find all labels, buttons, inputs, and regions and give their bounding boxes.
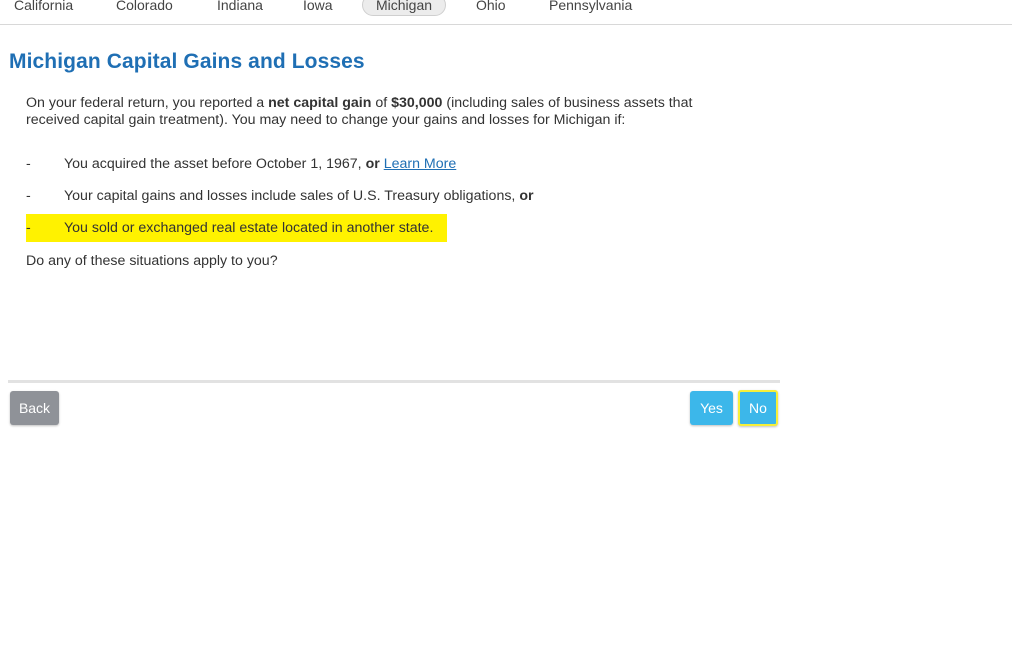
condition-or: or xyxy=(365,156,380,172)
condition-item-asset-before-1967: - You acquired the asset before October 1… xyxy=(26,150,456,178)
tab-ohio[interactable]: Ohio xyxy=(476,0,506,16)
condition-item-treasury-obligations: - Your capital gains and losses include s… xyxy=(26,182,534,210)
yes-button[interactable]: Yes xyxy=(690,391,733,425)
condition-or: or xyxy=(519,188,534,204)
page-title: Michigan Capital Gains and Losses xyxy=(9,50,365,73)
condition-item-real-estate-highlighted: - You sold or exchanged real estate locat… xyxy=(26,214,448,242)
intro-text-2: of xyxy=(371,95,392,111)
intro-text-1: On your federal return, you reported a xyxy=(26,95,269,111)
condition-text: You sold or exchanged real estate locate… xyxy=(64,220,434,236)
page: California Colorado Indiana Iowa Michiga… xyxy=(0,0,1012,667)
condition-dash: - xyxy=(26,188,31,204)
condition-dash: - xyxy=(26,156,31,172)
condition-text: Your capital gains and losses include sa… xyxy=(64,188,520,204)
intro-bold-net-capital-gain: net capital gain xyxy=(268,95,372,111)
tab-california[interactable]: California xyxy=(14,0,73,16)
condition-text: You acquired the asset before October 1,… xyxy=(64,156,366,172)
divider xyxy=(8,380,780,383)
intro-bold-amount: $30,000 xyxy=(391,95,443,111)
back-button[interactable]: Back xyxy=(10,391,59,425)
no-button[interactable]: No xyxy=(738,390,778,426)
state-tabs: California Colorado Indiana Iowa Michiga… xyxy=(0,0,1012,25)
intro-paragraph: On your federal return, you reported a n… xyxy=(26,95,746,129)
question-text: Do any of these situations apply to you? xyxy=(26,253,278,269)
condition-dash: - xyxy=(26,220,31,236)
learn-more-link[interactable]: Learn More xyxy=(384,156,457,172)
tab-colorado[interactable]: Colorado xyxy=(116,0,173,16)
tab-iowa[interactable]: Iowa xyxy=(303,0,333,16)
tab-michigan[interactable]: Michigan xyxy=(362,0,447,16)
tab-indiana[interactable]: Indiana xyxy=(217,0,263,16)
tab-pennsylvania[interactable]: Pennsylvania xyxy=(549,0,632,16)
